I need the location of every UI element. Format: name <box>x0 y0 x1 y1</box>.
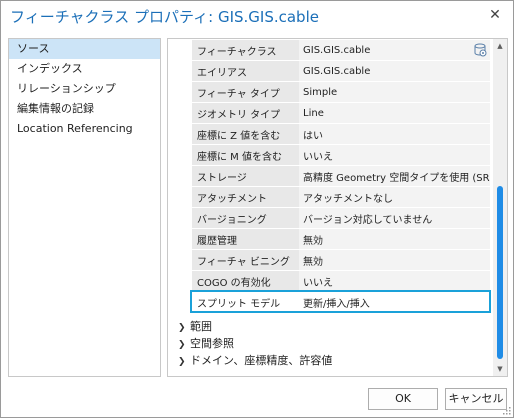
property-name: 座標に Z 値を含む <box>192 123 299 145</box>
sidebar-item-relationships[interactable]: リレーションシップ <box>9 79 160 99</box>
section-label: 範囲 <box>190 320 212 333</box>
property-value: アタッチメントなし <box>299 186 490 208</box>
table-row: アタッチメント アタッチメントなし <box>192 186 490 208</box>
table-row: フィーチャクラス GIS.GIS.cable <box>192 39 490 61</box>
table-row: バージョニング バージョン対応していません <box>192 207 490 229</box>
property-value-cell: GIS.GIS.cable <box>299 39 490 61</box>
property-value: GIS.GIS.cable <box>299 60 490 82</box>
property-name: スプリット モデル <box>192 291 299 313</box>
section-label: ドメイン、座標精度、許容値 <box>190 354 333 367</box>
table-row: 座標に M 値を含む いいえ <box>192 144 490 166</box>
table-row: 座標に Z 値を含む はい <box>192 123 490 145</box>
property-value: いいえ <box>299 270 490 292</box>
section-spatial-reference[interactable]: ❯ 空間参照 <box>178 335 332 352</box>
table-row: 履歴管理 無効 <box>192 228 490 250</box>
close-icon[interactable]: ✕ <box>485 5 505 25</box>
table-row-split-model: スプリット モデル 更新/挿入/挿入 <box>192 291 490 313</box>
property-name: 履歴管理 <box>192 228 299 250</box>
table-row: COGO の有効化 いいえ <box>192 270 490 292</box>
property-value: バージョン対応していません <box>299 207 490 229</box>
table-row: ストレージ 高精度 Geometry 空間タイプを使用 (SRID 0) <box>192 165 490 187</box>
table-row: フィーチャ ビニング 無効 <box>192 249 490 271</box>
property-name: フィーチャ ビニング <box>192 249 299 271</box>
property-value: 更新/挿入/挿入 <box>299 291 490 313</box>
feature-class-properties-dialog: フィーチャクラス プロパティ: GIS.GIS.cable ✕ ソース インデッ… <box>0 0 514 418</box>
properties-table: フィーチャクラス GIS.GIS.cable エイリアス GIS.GIS.cab… <box>192 39 490 313</box>
vertical-scrollbar[interactable]: ▲ ▼ <box>493 39 507 376</box>
title-bar: フィーチャクラス プロパティ: GIS.GIS.cable ✕ <box>1 1 513 33</box>
source-panel: フィーチャクラス GIS.GIS.cable エイリアス GIS.GIS.cab… <box>167 38 508 377</box>
table-row: ジオメトリ タイプ Line <box>192 102 490 124</box>
scroll-up-icon[interactable]: ▲ <box>493 39 507 53</box>
sidebar: ソース インデックス リレーションシップ 編集情報の記録 Location Re… <box>8 38 161 377</box>
property-name: 座標に M 値を含む <box>192 144 299 166</box>
table-row: フィーチャ タイプ Simple <box>192 81 490 103</box>
collapsible-sections: ❯ 範囲 ❯ 空間参照 ❯ ドメイン、座標精度、許容値 <box>178 318 332 369</box>
resize-grip-icon[interactable] <box>503 407 511 415</box>
property-value: 無効 <box>299 228 490 250</box>
property-name: アタッチメント <box>192 186 299 208</box>
property-name: エイリアス <box>192 60 299 82</box>
sidebar-item-location-referencing[interactable]: Location Referencing <box>9 119 160 139</box>
chevron-right-icon: ❯ <box>178 357 186 367</box>
property-value: 無効 <box>299 249 490 271</box>
section-domain-resolution-tolerance[interactable]: ❯ ドメイン、座標精度、許容値 <box>178 352 332 369</box>
scroll-thumb[interactable] <box>497 186 503 359</box>
property-value: Simple <box>299 81 490 103</box>
property-name: フィーチャ タイプ <box>192 81 299 103</box>
sidebar-item-indexes[interactable]: インデックス <box>9 59 160 79</box>
sidebar-item-source[interactable]: ソース <box>9 39 160 59</box>
property-value: はい <box>299 123 490 145</box>
property-value: GIS.GIS.cable <box>303 44 371 56</box>
property-value: いいえ <box>299 144 490 166</box>
dialog-title: フィーチャクラス プロパティ: GIS.GIS.cable <box>10 8 319 26</box>
cancel-button[interactable]: キャンセル <box>445 388 507 410</box>
section-extent[interactable]: ❯ 範囲 <box>178 318 332 335</box>
property-value: Line <box>299 102 490 124</box>
table-row: エイリアス GIS.GIS.cable <box>192 60 490 82</box>
property-name: バージョニング <box>192 207 299 229</box>
section-label: 空間参照 <box>190 337 234 350</box>
property-name: ストレージ <box>192 165 299 187</box>
property-name: フィーチャクラス <box>192 39 299 61</box>
scroll-down-icon[interactable]: ▼ <box>493 362 507 376</box>
property-name: ジオメトリ タイプ <box>192 102 299 124</box>
database-icon[interactable] <box>473 43 487 57</box>
sidebar-item-editor-tracking[interactable]: 編集情報の記録 <box>9 99 160 119</box>
property-name: COGO の有効化 <box>192 270 299 292</box>
property-value: 高精度 Geometry 空間タイプを使用 (SRID 0) <box>299 165 490 187</box>
ok-button[interactable]: OK <box>368 388 438 410</box>
